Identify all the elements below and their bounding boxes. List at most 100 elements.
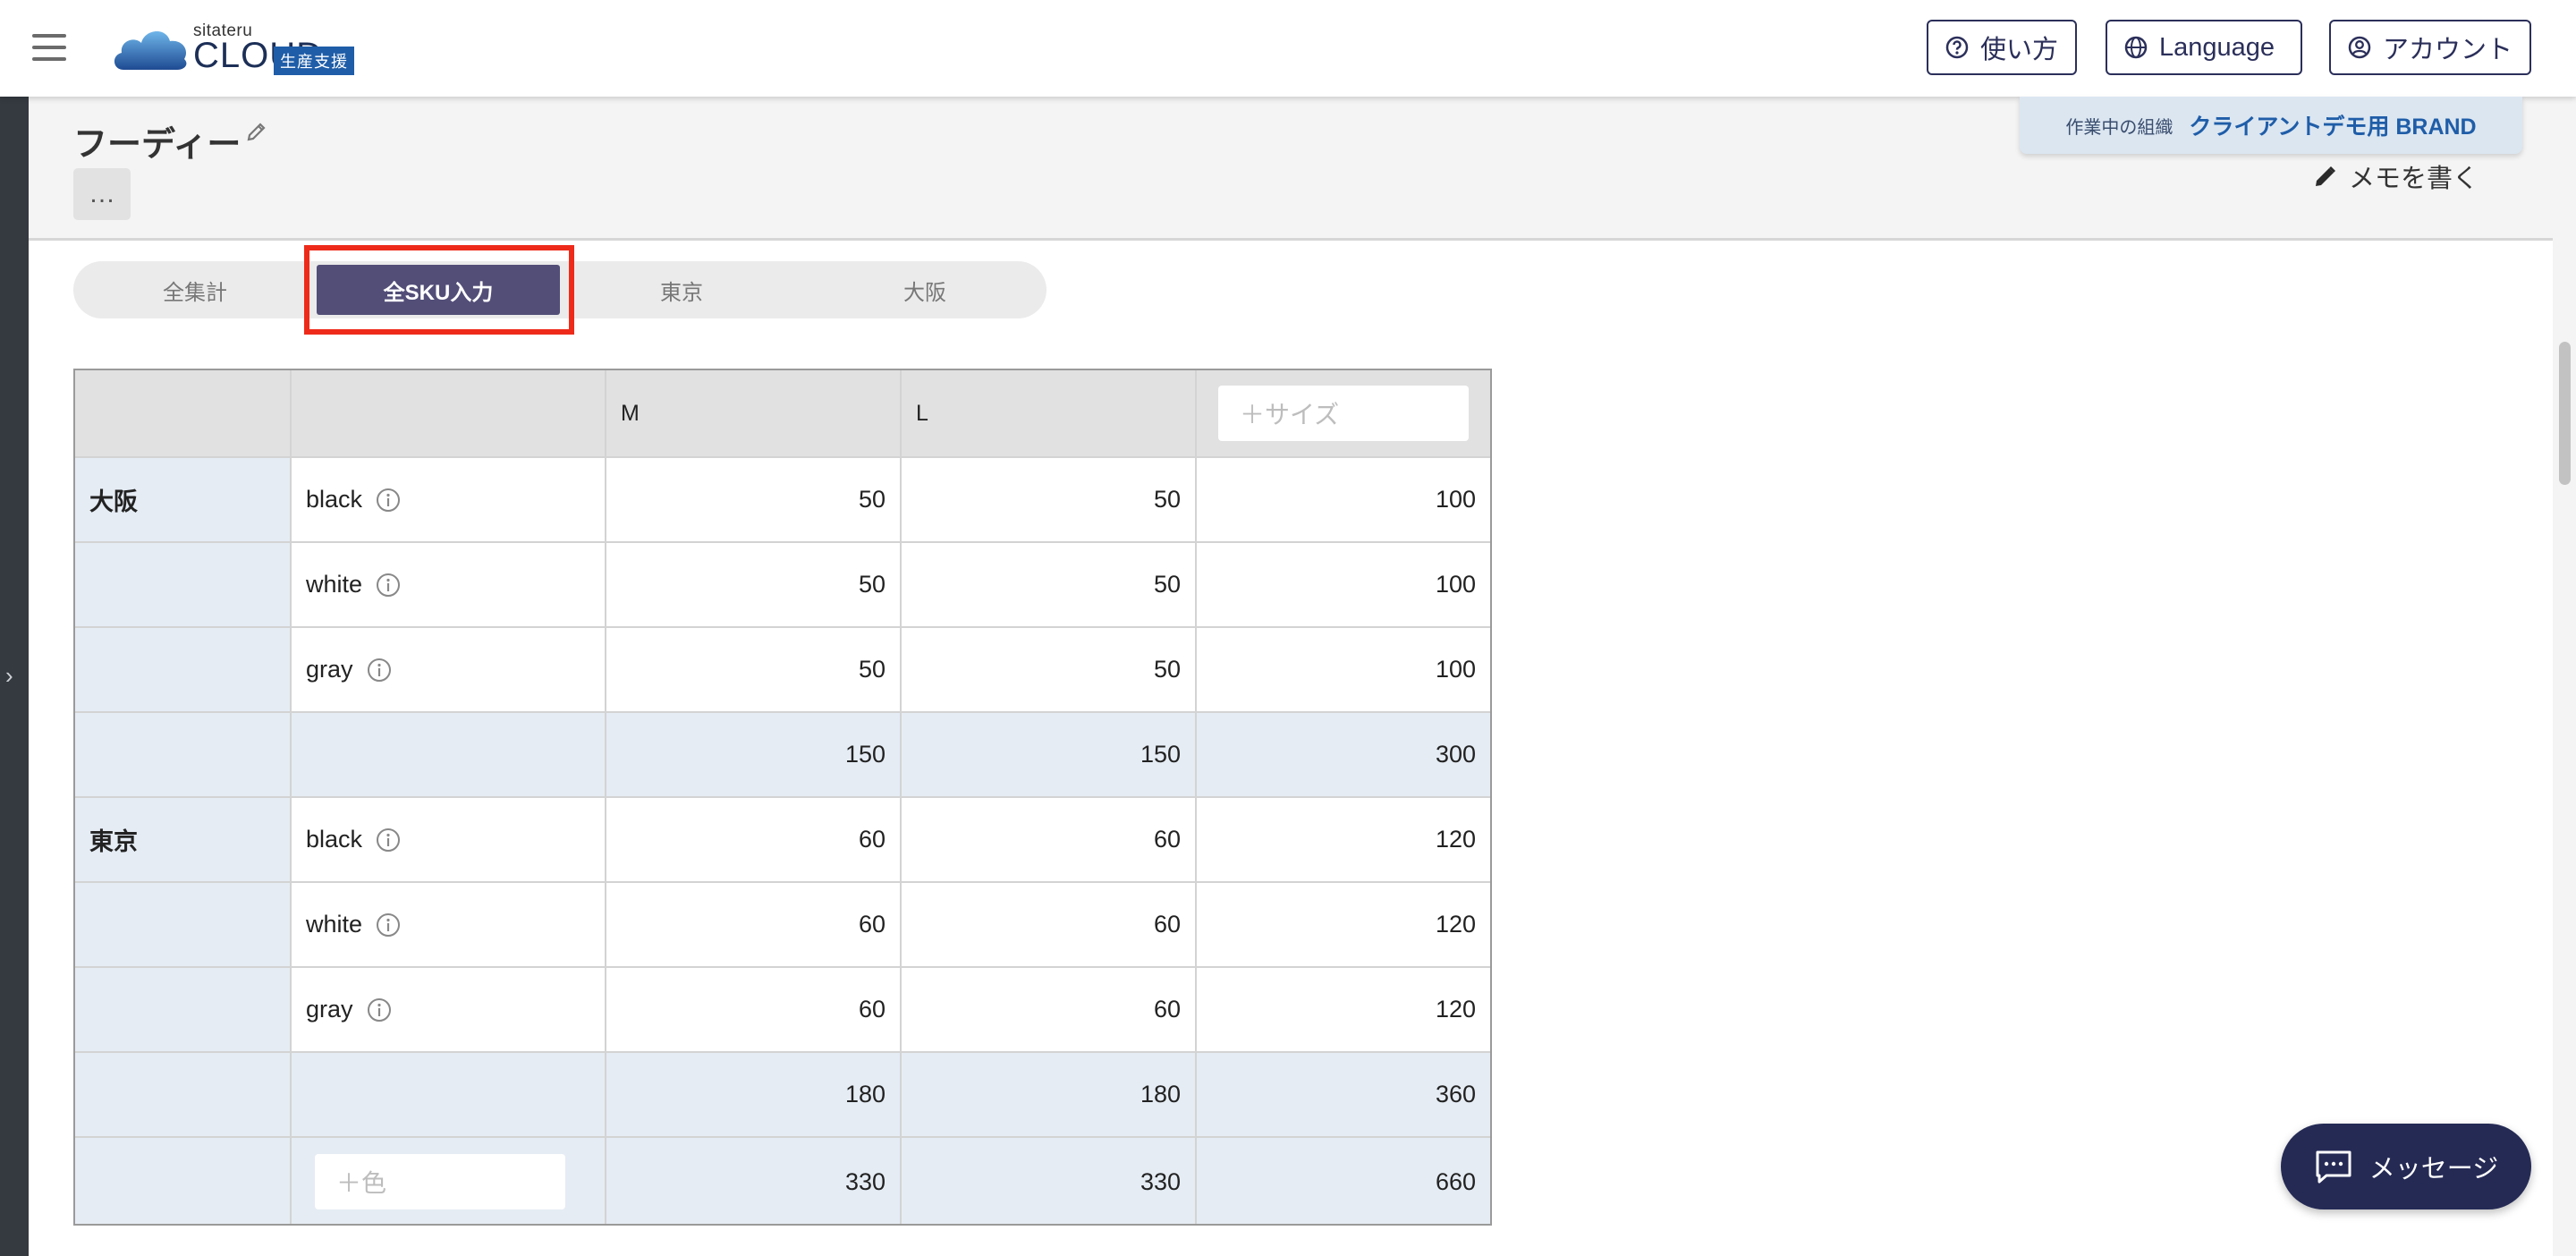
message-button[interactable]: メッセージ — [2281, 1124, 2531, 1209]
grand-total-cell: 330 — [902, 1138, 1197, 1224]
current-org-banner: 作業中の組織 クライアントデモ用 BRAND — [2020, 97, 2522, 154]
grand-total-cell: 330 — [606, 1138, 902, 1224]
table-row: gray 60 60 120 — [75, 968, 1490, 1053]
location-cell — [75, 543, 292, 626]
header-cell-size-l: L — [902, 370, 1197, 456]
memo-label: メモを書く — [2349, 165, 2479, 193]
color-label: black — [306, 486, 363, 513]
location-cell: 大阪 — [75, 458, 292, 541]
location-cell — [75, 1053, 292, 1136]
org-name: クライアントデモ用 BRAND — [2189, 115, 2477, 140]
quantity-cell[interactable]: 60 — [902, 968, 1197, 1051]
table-header-row: M L ＋サイズ — [75, 370, 1490, 458]
color-label: white — [306, 911, 363, 938]
highlight-annotation — [304, 245, 574, 335]
subtotal-cell: 150 — [902, 713, 1197, 796]
pencil-icon — [2316, 166, 2335, 186]
tab-all-summary[interactable]: 全集計 — [73, 261, 317, 318]
tab-osaka[interactable]: 大阪 — [803, 261, 1046, 318]
side-rail[interactable]: › — [0, 97, 29, 1256]
table-row: gray 50 50 100 — [75, 628, 1490, 713]
subtotal-cell: 180 — [902, 1053, 1197, 1136]
row-total-cell: 100 — [1435, 571, 1476, 598]
quantity-cell[interactable]: 60 — [606, 798, 902, 881]
color-cell: black — [292, 798, 606, 881]
color-cell: white — [292, 883, 606, 966]
color-label: gray — [306, 996, 353, 1023]
info-icon[interactable] — [375, 827, 402, 853]
header-cell-location — [75, 370, 292, 456]
account-label: アカウント — [2383, 36, 2513, 64]
info-icon[interactable] — [375, 487, 402, 513]
write-memo-button[interactable]: メモを書く — [2313, 157, 2479, 195]
more-options-button[interactable]: … — [73, 168, 131, 220]
location-cell — [75, 1138, 292, 1224]
info-icon[interactable] — [375, 572, 402, 598]
info-icon[interactable] — [366, 657, 393, 683]
color-cell: gray — [292, 968, 606, 1051]
color-label: gray — [306, 656, 353, 683]
scrollbar-track[interactable] — [2553, 97, 2576, 1256]
language-label: Language — [2159, 32, 2275, 62]
quantity-cell[interactable]: 60 — [606, 883, 902, 966]
chevron-right-icon[interactable]: › — [5, 662, 13, 690]
quantity-cell[interactable]: 50 — [902, 543, 1197, 626]
user-circle-icon — [2348, 36, 2371, 59]
quantity-cell[interactable]: 50 — [606, 458, 902, 541]
chat-icon — [2316, 1150, 2351, 1184]
cloud-logo-icon — [114, 30, 187, 70]
scrollbar-thumb[interactable] — [2559, 342, 2571, 485]
info-icon[interactable] — [375, 912, 402, 938]
quantity-cell[interactable]: 50 — [606, 543, 902, 626]
location-cell — [75, 713, 292, 796]
color-label: white — [306, 571, 363, 598]
quantity-cell[interactable]: 50 — [606, 628, 902, 711]
quantity-cell[interactable]: 60 — [902, 883, 1197, 966]
table-row: 東京 black 60 60 120 — [75, 798, 1490, 883]
row-total-cell: 120 — [1435, 826, 1476, 853]
color-label: black — [306, 826, 363, 853]
row-total-cell: 120 — [1435, 911, 1476, 938]
help-button[interactable]: 使い方 — [1927, 20, 2077, 75]
pencil-icon[interactable] — [245, 120, 268, 143]
color-cell: black — [292, 458, 606, 541]
add-color-input[interactable]: ＋色 — [315, 1154, 565, 1209]
quantity-cell[interactable]: 50 — [902, 458, 1197, 541]
table-row: white 50 50 100 — [75, 543, 1490, 628]
tab-tokyo[interactable]: 東京 — [560, 261, 803, 318]
location-cell — [75, 883, 292, 966]
location-cell: 東京 — [75, 798, 292, 881]
menu-icon[interactable] — [32, 34, 66, 61]
grand-total-row: ＋色 330 330 660 — [75, 1138, 1490, 1224]
header-cell-size-m: M — [606, 370, 902, 456]
row-total-cell: 100 — [1435, 656, 1476, 683]
header-cell-color — [292, 370, 606, 456]
quantity-cell[interactable]: 60 — [606, 968, 902, 1051]
quantity-cell[interactable]: 50 — [902, 628, 1197, 711]
language-button[interactable]: Language — [2106, 20, 2302, 75]
page-title: フーディー — [73, 126, 242, 164]
row-total-cell: 120 — [1435, 996, 1476, 1023]
account-button[interactable]: アカウント — [2329, 20, 2531, 75]
add-size-input[interactable]: ＋サイズ — [1218, 386, 1469, 441]
table-row: white 60 60 120 — [75, 883, 1490, 968]
subtotal-row: 180 180 360 — [75, 1053, 1490, 1138]
table-row: 大阪 black 50 50 100 — [75, 458, 1490, 543]
color-cell: gray — [292, 628, 606, 711]
subtotal-row: 150 150 300 — [75, 713, 1490, 798]
color-cell — [292, 713, 606, 796]
help-label: 使い方 — [1980, 36, 2059, 64]
globe-icon — [2124, 36, 2148, 59]
logo[interactable]: sitateru CLOUD 生産支援 — [111, 20, 415, 77]
top-header: sitateru CLOUD 生産支援 使い方 Language アカウント — [0, 0, 2576, 97]
color-cell — [292, 1053, 606, 1136]
location-cell — [75, 968, 292, 1051]
quantity-cell[interactable]: 60 — [902, 798, 1197, 881]
grand-total-cell: 660 — [1197, 1138, 1490, 1224]
info-icon[interactable] — [366, 997, 393, 1023]
org-label: 作業中の組織 — [2065, 117, 2174, 138]
subtotal-cell: 150 — [606, 713, 902, 796]
row-total-cell: 100 — [1435, 486, 1476, 513]
help-circle-icon — [1945, 36, 1969, 59]
header-cell-add-size: ＋サイズ — [1197, 370, 1490, 456]
